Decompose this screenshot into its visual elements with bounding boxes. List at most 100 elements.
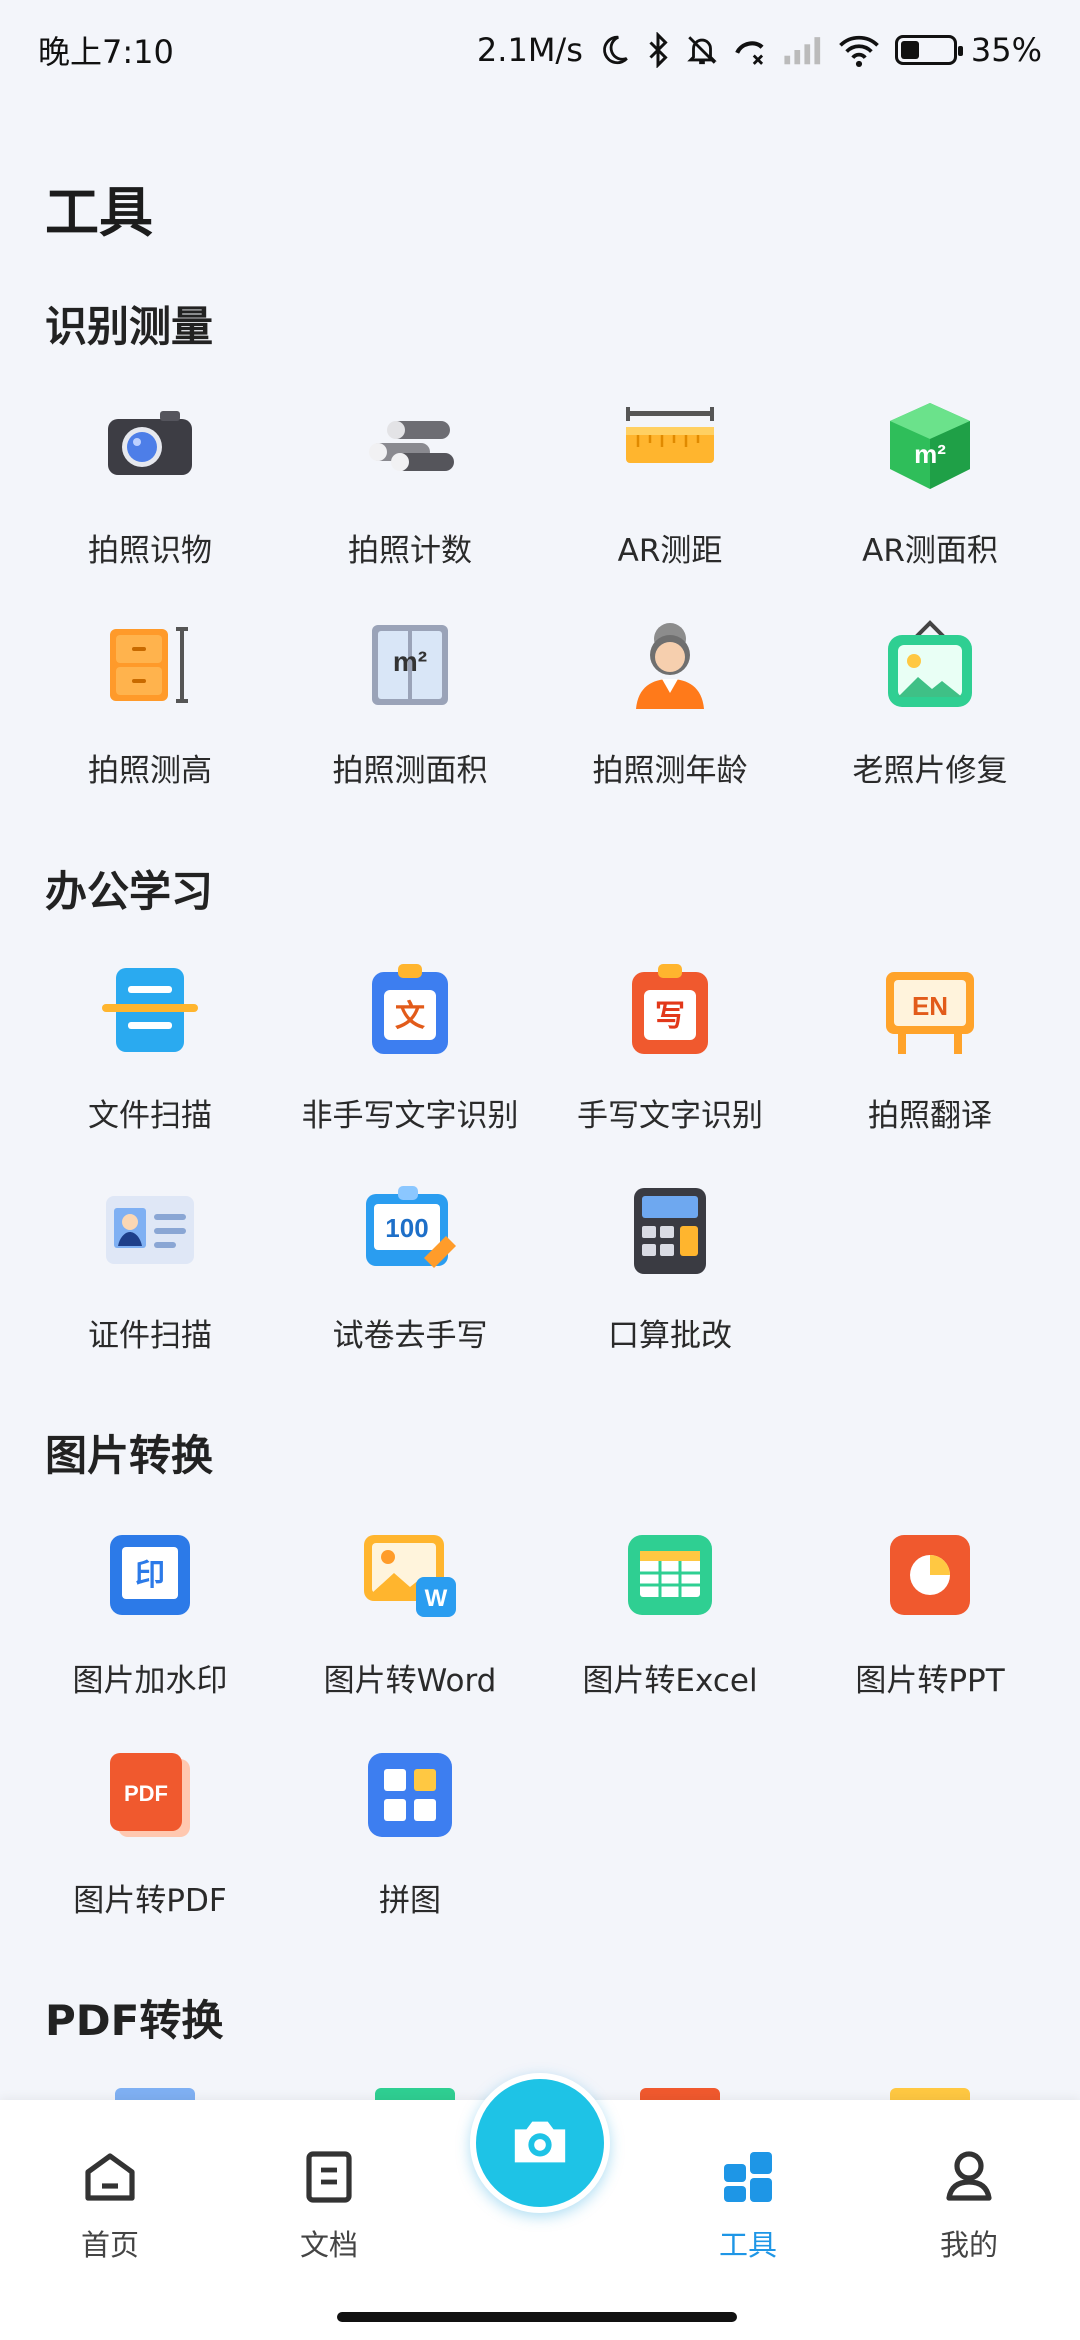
tool-photo-height[interactable]: 拍照测高 [20, 595, 280, 815]
window-m2-text: m² [393, 646, 427, 677]
tool-label: 文件扫描 [88, 1098, 212, 1134]
nav-documents[interactable]: 文档 [259, 2148, 399, 2264]
tool-label: 拍照计数 [348, 533, 472, 569]
mute-bell-icon [685, 33, 719, 67]
pipes-icon [360, 395, 460, 495]
cube-m2-text: m² [914, 439, 946, 469]
image-to-ppt-icon [880, 1525, 980, 1625]
exam-paper-icon: 100 [360, 1180, 460, 1280]
tool-label: 图片转PDF [73, 1883, 227, 1919]
xie-text: 写 [655, 999, 685, 1034]
tool-label: 图片转Excel [582, 1663, 758, 1699]
tool-image-to-word[interactable]: W 图片转Word [280, 1505, 540, 1725]
tool-label: 拍照测年龄 [592, 753, 748, 789]
user-icon [941, 2148, 997, 2208]
photo-frame-icon [880, 615, 980, 715]
tool-exam-erase[interactable]: 100 试卷去手写 [280, 1160, 540, 1380]
tool-grid-office: 文件扫描 文 非手写文字识别 写 手写文字识别 EN 拍照翻译 证件扫描 100… [20, 940, 1060, 1380]
tool-label: 证件扫描 [88, 1318, 212, 1354]
tool-grid-recognition: 拍照识物 拍照计数 AR测距 m² AR测面积 拍照测高 m² 拍照测面积 拍照… [20, 375, 1060, 815]
page-title: 工具 [45, 181, 153, 244]
tool-label: 口算批改 [608, 1318, 732, 1354]
tool-label: 图片转Word [323, 1663, 497, 1699]
cube-area-icon: m² [880, 395, 980, 495]
status-time: 晚上7:10 [38, 33, 174, 71]
tool-label: 拍照测高 [88, 753, 212, 789]
home-icon [80, 2148, 140, 2208]
tool-document-scan[interactable]: 文件扫描 [20, 940, 280, 1160]
battery-icon [894, 35, 963, 65]
tool-grid-image-convert: 印 图片加水印 W 图片转Word 图片转Excel 图片转PPT PDF 图片… [20, 1505, 1060, 1945]
tool-label: 拍照测面积 [332, 753, 488, 789]
network-speed: 2.1M/s [476, 31, 583, 69]
nav-label: 首页 [80, 2228, 139, 2262]
tool-image-to-ppt[interactable]: 图片转PPT [800, 1505, 1060, 1725]
section-title-recognition: 识别测量 [45, 302, 214, 351]
tool-old-photo-restore[interactable]: 老照片修复 [800, 595, 1060, 815]
hundred-text: 100 [385, 1213, 428, 1243]
window-area-icon: m² [360, 615, 460, 715]
tool-image-to-pdf[interactable]: PDF 图片转PDF [20, 1725, 280, 1945]
image-to-word-icon: W [360, 1525, 460, 1625]
tool-collage[interactable]: 拼图 [280, 1725, 540, 1945]
tool-photo-count[interactable]: 拍照计数 [280, 375, 540, 595]
calculator-icon [620, 1180, 720, 1280]
tool-photo-age[interactable]: 拍照测年龄 [540, 595, 800, 815]
tool-label: 图片转PPT [855, 1663, 1005, 1699]
section-title-pdf-convert: PDF转换 [45, 1996, 224, 2045]
tool-ar-area[interactable]: m² AR测面积 [800, 375, 1060, 595]
tool-image-watermark[interactable]: 印 图片加水印 [20, 1505, 280, 1725]
tool-text-recognition[interactable]: 文 非手写文字识别 [280, 940, 540, 1160]
nav-home[interactable]: 首页 [40, 2148, 180, 2264]
translate-board-icon: EN [880, 960, 980, 1060]
stamp-text: 印 [135, 1558, 165, 1593]
tool-label: 非手写文字识别 [301, 1098, 519, 1134]
signal-icon [783, 35, 823, 65]
tool-ar-distance[interactable]: AR测距 [540, 375, 800, 595]
tool-photo-area[interactable]: m² 拍照测面积 [280, 595, 540, 815]
watermark-icon: 印 [100, 1525, 200, 1625]
tool-label: 拼图 [379, 1883, 441, 1919]
grid-icon [720, 2148, 776, 2208]
tool-label: 手写文字识别 [577, 1098, 763, 1134]
moon-icon [597, 33, 631, 67]
tool-label: 老照片修复 [852, 753, 1008, 789]
tool-label: 试卷去手写 [332, 1318, 488, 1354]
nav-me[interactable]: 我的 [899, 2148, 1039, 2264]
ruler-icon [620, 395, 720, 495]
wifi-icon [837, 33, 881, 67]
home-indicator[interactable] [337, 2312, 737, 2322]
tool-label: AR测面积 [862, 533, 998, 569]
person-age-icon [620, 615, 720, 715]
id-card-icon [100, 1180, 200, 1280]
section-title-image-convert: 图片转换 [45, 1431, 214, 1480]
call-forward-icon [733, 33, 769, 67]
nav-tools[interactable]: 工具 [678, 2148, 818, 2264]
tool-label: 图片加水印 [72, 1663, 228, 1699]
tool-photo-recognition[interactable]: 拍照识物 [20, 375, 280, 595]
camera-icon [509, 2113, 571, 2173]
image-to-pdf-icon: PDF [100, 1745, 200, 1845]
cabinet-height-icon [100, 615, 200, 715]
status-icons: 2.1M/s 35% [477, 31, 1042, 69]
en-text: EN [912, 991, 948, 1021]
document-icon [301, 2148, 357, 2208]
text-recognition-icon: 文 [360, 960, 460, 1060]
tool-handwriting-recognition[interactable]: 写 手写文字识别 [540, 940, 800, 1160]
status-bar: 晚上7:10 2.1M/s 35% [0, 0, 1080, 100]
wen-text: 文 [395, 999, 425, 1034]
tool-image-to-excel[interactable]: 图片转Excel [540, 1505, 800, 1725]
camera-fab-button[interactable] [470, 2073, 610, 2213]
tool-id-scan[interactable]: 证件扫描 [20, 1160, 280, 1380]
nav-label: 工具 [718, 2228, 777, 2262]
battery-percent: 35% [970, 31, 1042, 69]
nav-label: 我的 [939, 2228, 998, 2262]
image-to-excel-icon [620, 1525, 720, 1625]
tool-math-check[interactable]: 口算批改 [540, 1160, 800, 1380]
pdf-text: PDF [124, 1781, 168, 1806]
w-text: W [425, 1585, 448, 1612]
bluetooth-icon [645, 32, 671, 68]
tool-label: 拍照翻译 [868, 1098, 992, 1134]
tool-photo-translate[interactable]: EN 拍照翻译 [800, 940, 1060, 1160]
tool-label: 拍照识物 [88, 533, 212, 569]
